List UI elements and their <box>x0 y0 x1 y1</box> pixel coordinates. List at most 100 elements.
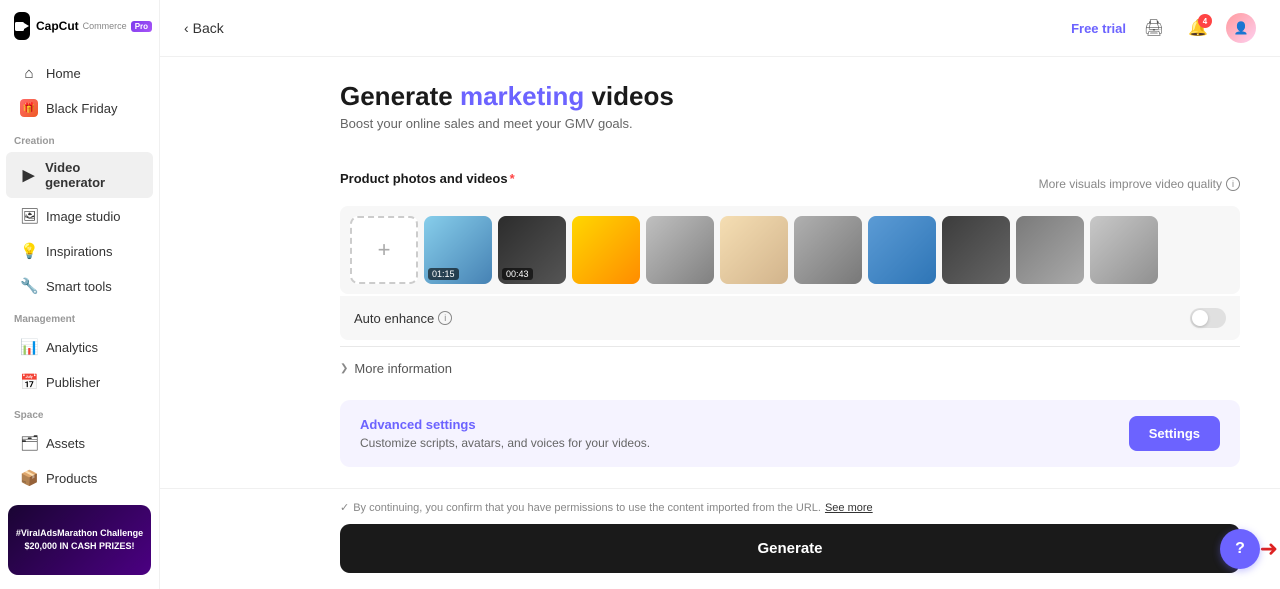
help-button[interactable]: ? <box>1220 529 1260 569</box>
title-part2: videos <box>584 81 674 111</box>
more-info-label: More information <box>354 361 452 376</box>
content-area: Generate marketing videos Boost your onl… <box>160 57 1280 488</box>
pro-badge: Pro <box>131 21 152 32</box>
quality-hint: More visuals improve video quality i <box>1039 177 1240 191</box>
advanced-subtitle: Customize scripts, avatars, and voices f… <box>360 436 650 450</box>
advanced-settings-box: Advanced settings Customize scripts, ava… <box>340 400 1240 467</box>
disclaimer-text: By continuing, you confirm that you have… <box>353 502 821 514</box>
media-thumb-10[interactable] <box>1090 216 1158 284</box>
photos-header: Product photos and videos* More visuals … <box>340 171 1240 196</box>
logo-subtext: Commerce <box>83 21 127 31</box>
arrow-indicator: ➜ <box>1260 536 1278 562</box>
top-header: ‹ Back Free trial 🖨 🔔 4 👤 <box>160 0 1280 57</box>
notification-badge: 4 <box>1198 14 1212 28</box>
media-thumb-6[interactable] <box>794 216 862 284</box>
promo-banner[interactable]: #ViralAdsMarathon Challenge $20,000 IN C… <box>8 505 151 575</box>
sidebar-item-black-friday[interactable]: 🎁 Black Friday <box>6 91 153 125</box>
section-label-photos: Product photos and videos* <box>340 171 515 186</box>
section-space-label: Space <box>0 400 159 425</box>
sidebar-item-products[interactable]: 📦 Products <box>6 461 153 495</box>
sidebar-video-generator-label: Video generator <box>45 160 139 190</box>
help-icon: ? <box>1235 540 1245 558</box>
inspirations-icon: 💡 <box>20 242 38 260</box>
sidebar-item-smart-tools[interactable]: 🔧 Smart tools <box>6 269 153 303</box>
home-icon: ⌂ <box>20 65 38 82</box>
media-thumb-7[interactable] <box>868 216 936 284</box>
title-part1: Generate <box>340 81 460 111</box>
publisher-icon: 📅 <box>20 373 38 391</box>
disclaimer: ✓ By continuing, you confirm that you ha… <box>340 501 1240 514</box>
assets-icon: 🗂 <box>20 434 38 452</box>
sidebar-assets-label: Assets <box>46 436 85 451</box>
main-area: ‹ Back Free trial 🖨 🔔 4 👤 Generate marke… <box>160 0 1280 589</box>
sidebar-analytics-label: Analytics <box>46 340 98 355</box>
logo-area: CapCut Commerce Pro <box>0 12 159 56</box>
image-studio-icon: 🖼 <box>20 207 38 225</box>
user-avatar[interactable]: 👤 <box>1226 13 1256 43</box>
footer-area: ✓ By continuing, you confirm that you ha… <box>160 488 1280 589</box>
print-icon-button[interactable]: 🖨 <box>1138 12 1170 44</box>
section-management-label: Management <box>0 304 159 329</box>
sidebar-item-image-studio[interactable]: 🖼 Image studio <box>6 199 153 233</box>
sidebar-publisher-label: Publisher <box>46 375 100 390</box>
avatar-placeholder: 👤 <box>1234 21 1249 35</box>
title-highlight: marketing <box>460 81 584 111</box>
auto-enhance-toggle[interactable] <box>1190 308 1226 328</box>
analytics-icon: 📊 <box>20 338 38 356</box>
products-icon: 📦 <box>20 469 38 487</box>
print-icon: 🖨 <box>1144 18 1164 38</box>
back-button[interactable]: ‹ Back <box>184 20 224 36</box>
video-generator-icon: ▶ <box>20 166 37 184</box>
promo-line2: $20,000 IN CASH PRIZES! <box>16 540 143 553</box>
advanced-title: Advanced settings <box>360 417 650 432</box>
media-thumb-8[interactable] <box>942 216 1010 284</box>
sidebar-smart-tools-label: Smart tools <box>46 279 112 294</box>
sidebar-item-home[interactable]: ⌂ Home <box>6 57 153 90</box>
settings-button[interactable]: Settings <box>1129 416 1220 451</box>
auto-enhance-label: Auto enhance i <box>354 311 452 326</box>
section-creation-label: Creation <box>0 126 159 151</box>
required-star: * <box>510 171 515 186</box>
sidebar-black-friday-label: Black Friday <box>46 101 118 116</box>
generate-button[interactable]: Generate <box>340 524 1240 573</box>
check-icon: ✓ <box>340 501 349 514</box>
see-more-link[interactable]: See more <box>825 502 873 514</box>
page-title: Generate marketing videos <box>340 81 1240 112</box>
sidebar-item-video-generator[interactable]: ▶ Video generator <box>6 152 153 198</box>
auto-enhance-info-icon[interactable]: i <box>438 311 452 325</box>
media-thumb-1[interactable]: 01:15 <box>424 216 492 284</box>
generate-wrapper: Generate ➜ <box>340 524 1240 573</box>
more-info-row[interactable]: ❯ More information <box>340 346 1240 390</box>
auto-enhance-row: Auto enhance i <box>340 296 1240 340</box>
promo-line1: #ViralAdsMarathon Challenge <box>16 527 143 540</box>
notification-button[interactable]: 🔔 4 <box>1182 12 1214 44</box>
media-thumb-9[interactable] <box>1016 216 1084 284</box>
media-thumb-5[interactable] <box>720 216 788 284</box>
logo-text: CapCut <box>36 19 79 33</box>
back-label: Back <box>193 20 224 36</box>
sidebar-item-assets[interactable]: 🗂 Assets <box>6 426 153 460</box>
sidebar-products-label: Products <box>46 471 97 486</box>
page-subtitle: Boost your online sales and meet your GM… <box>340 116 1240 131</box>
duration-badge-1: 01:15 <box>428 268 459 280</box>
smart-tools-icon: 🔧 <box>20 277 38 295</box>
media-thumb-2[interactable]: 00:43 <box>498 216 566 284</box>
free-trial-button[interactable]: Free trial <box>1071 21 1126 36</box>
sidebar-home-label: Home <box>46 66 81 81</box>
sidebar-item-analytics[interactable]: 📊 Analytics <box>6 330 153 364</box>
sidebar-image-studio-label: Image studio <box>46 209 120 224</box>
sidebar-nav: ⌂ Home 🎁 Black Friday Creation ▶ Video g… <box>0 56 159 577</box>
sidebar-inspirations-label: Inspirations <box>46 244 112 259</box>
chevron-right-icon: ❯ <box>340 363 348 374</box>
media-thumb-4[interactable] <box>646 216 714 284</box>
media-grid: + 01:15 00:43 <box>340 206 1240 294</box>
sidebar: CapCut Commerce Pro ⌂ Home 🎁 Black Frida… <box>0 0 160 589</box>
gift-icon: 🎁 <box>20 99 38 117</box>
add-media-button[interactable]: + <box>350 216 418 284</box>
sidebar-item-publisher[interactable]: 📅 Publisher <box>6 365 153 399</box>
back-chevron-icon: ‹ <box>184 20 189 36</box>
sidebar-item-inspirations[interactable]: 💡 Inspirations <box>6 234 153 268</box>
quality-info-icon[interactable]: i <box>1226 177 1240 191</box>
media-thumb-3[interactable] <box>572 216 640 284</box>
logo-icon <box>14 12 30 40</box>
